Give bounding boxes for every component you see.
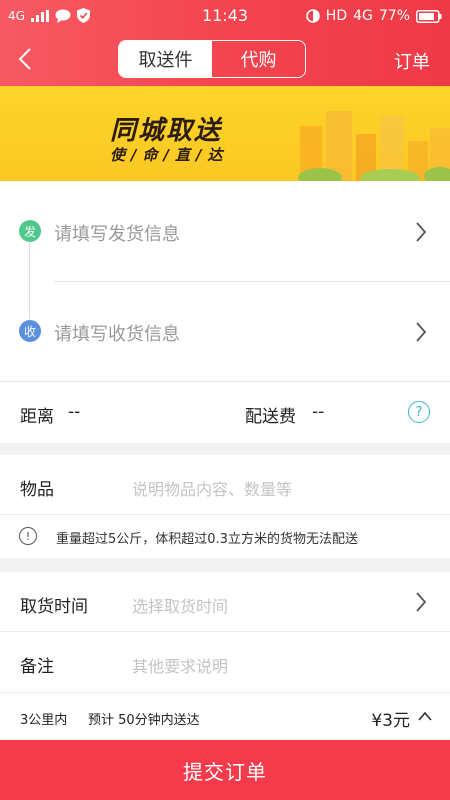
segmented-control: 取送件 代购	[118, 40, 306, 78]
back-button[interactable]	[14, 46, 38, 72]
warning-text: 重量超过5公斤，体积超过0.3立方米的货物无法配送	[56, 532, 358, 547]
weight-warning: ! 重量超过5公斤，体积超过0.3立方米的货物无法配送	[0, 515, 450, 558]
goods-section: 物品 说明物品内容、数量等 ! 重量超过5公斤，体积超过0.3立方米的货物无法配…	[0, 455, 450, 558]
promo-banner[interactable]: 同城取送 使/命/直/达	[0, 86, 450, 181]
submit-order-button[interactable]: 提交订单	[0, 740, 450, 800]
warning-icon: !	[19, 527, 37, 545]
pickup-section: 取货时间 选择取货时间 备注 其他要求说明	[0, 572, 450, 692]
status-right: HD 4G 77%	[305, 8, 442, 24]
distance-label: 距离	[20, 407, 54, 427]
remark-row[interactable]: 备注 其他要求说明	[0, 632, 450, 692]
banner-subtitle: 使/命/直/达	[110, 146, 229, 164]
orders-link[interactable]: 订单	[394, 48, 430, 74]
battery-percent: 77%	[378, 8, 410, 24]
distance-fee-row: 距离 -- 配送费 -- ?	[0, 381, 450, 443]
tab-pickup-delivery[interactable]: 取送件	[119, 41, 212, 77]
address-section: 发 请填写发货信息 收 请填写收货信息	[0, 181, 450, 381]
goods-row[interactable]: 物品 说明物品内容、数量等	[0, 455, 450, 515]
sender-placeholder: 请填写发货信息	[54, 224, 180, 245]
help-icon[interactable]: ?	[408, 401, 430, 423]
city-buildings-illustration	[298, 111, 450, 181]
receiver-placeholder: 请填写收货信息	[54, 324, 180, 345]
chevron-up-icon[interactable]	[418, 711, 432, 721]
header: 4G 11:43 HD 4G 77% 取送件 代购 订单	[0, 0, 450, 86]
nav-bar: 取送件 代购 订单	[0, 34, 450, 84]
chevron-right-icon	[416, 322, 427, 342]
pickup-time-row[interactable]: 取货时间 选择取货时间	[0, 572, 450, 632]
chevron-right-icon	[416, 592, 427, 612]
remark-label: 备注	[20, 657, 54, 677]
status-bar: 4G 11:43 HD 4G 77%	[0, 0, 450, 32]
chevron-left-icon	[18, 48, 31, 70]
sender-row[interactable]: 发 请填写发货信息	[0, 181, 450, 281]
price-value: ¥3元	[371, 711, 410, 731]
remark-input[interactable]: 其他要求说明	[132, 653, 228, 677]
pickup-time-label: 取货时间	[20, 597, 88, 617]
goods-label: 物品	[20, 480, 54, 500]
distance-value: --	[68, 402, 81, 422]
pickup-time-placeholder: 选择取货时间	[132, 597, 229, 616]
fee-value: --	[312, 402, 325, 422]
network-label-2: 4G	[353, 8, 373, 24]
distance-range: 3公里内	[20, 713, 68, 728]
sender-badge: 发	[19, 220, 41, 242]
tab-purchase[interactable]: 代购	[212, 41, 305, 77]
fee-label: 配送费	[245, 407, 296, 427]
receiver-badge: 收	[19, 320, 41, 342]
goods-input[interactable]: 说明物品内容、数量等	[132, 476, 292, 500]
price-summary[interactable]: 3公里内 预计 50分钟内送达 ¥3元	[0, 692, 450, 740]
hd-label: HD	[325, 8, 348, 24]
eta-text: 预计 50分钟内送达	[88, 713, 200, 728]
receiver-row[interactable]: 收 请填写收货信息	[0, 281, 450, 381]
banner-title: 同城取送	[110, 116, 223, 146]
battery-icon	[416, 9, 442, 23]
do-not-disturb-icon	[305, 9, 320, 23]
chevron-right-icon	[416, 222, 427, 242]
